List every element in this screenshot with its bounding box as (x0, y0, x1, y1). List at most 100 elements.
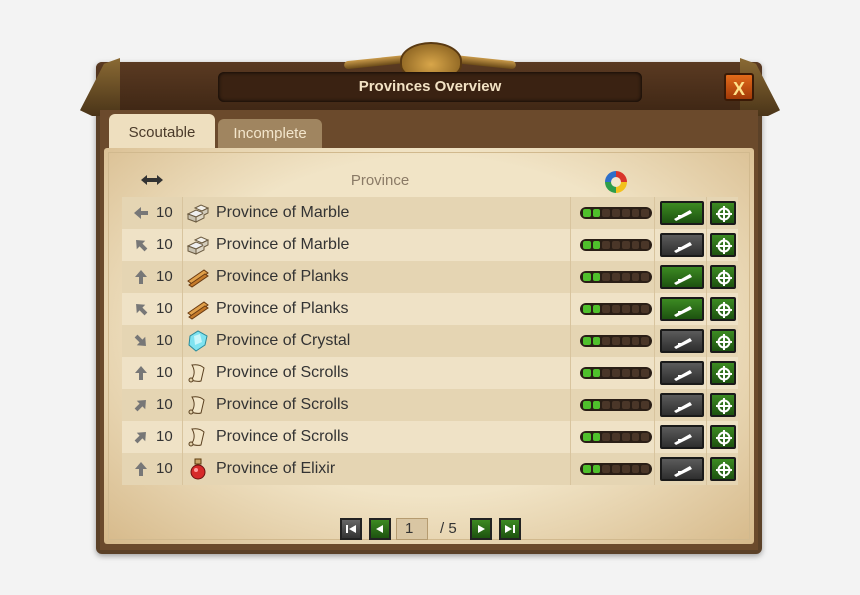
province-name: Province of Marble (216, 204, 350, 221)
column-divider (182, 325, 183, 357)
progress-segment (583, 305, 591, 313)
scout-button[interactable] (660, 297, 704, 321)
progress-segment (592, 209, 601, 217)
column-divider (570, 325, 571, 357)
progress-segment (592, 305, 601, 313)
province-name: Province of Elixir (216, 460, 336, 477)
progress-segment (602, 209, 611, 217)
scout-button[interactable] (660, 233, 704, 257)
scout-progress-bar (580, 463, 652, 475)
column-divider (654, 293, 655, 325)
column-divider (570, 229, 571, 261)
locate-button[interactable] (710, 361, 736, 385)
province-row[interactable]: 10 Province of Planks (122, 293, 738, 325)
direction-arrow-icon (132, 429, 150, 445)
scout-button[interactable] (660, 457, 704, 481)
province-row[interactable]: 10 Province of Planks (122, 261, 738, 293)
progress-segment (621, 241, 630, 249)
progress-segment (592, 273, 601, 281)
page-number-input[interactable]: 1 (396, 518, 428, 540)
distance-value: 10 (156, 460, 173, 477)
column-divider (570, 453, 571, 485)
progress-segment (631, 241, 640, 249)
progress-segment (583, 241, 591, 249)
progress-segment (641, 241, 650, 249)
progress-segment (631, 433, 640, 441)
progress-segment (621, 209, 630, 217)
next-page-button[interactable] (470, 518, 492, 540)
progress-segment (612, 273, 620, 281)
direction-arrow-icon (132, 237, 150, 253)
progress-segment (612, 401, 620, 409)
progress-segment (592, 369, 601, 377)
column-divider (654, 325, 655, 357)
province-row[interactable]: 10 Province of Crystal (122, 325, 738, 357)
progress-segment (631, 369, 640, 377)
scout-button[interactable] (660, 329, 704, 353)
direction-arrow-icon (132, 461, 150, 477)
scrolls-icon (186, 394, 210, 416)
goods-color-icon (605, 171, 627, 193)
skip-last-icon (505, 525, 515, 533)
locate-button[interactable] (710, 201, 736, 225)
progress-segment (592, 465, 601, 473)
tab-scoutable[interactable]: Scoutable (109, 114, 215, 148)
locate-button[interactable] (710, 297, 736, 321)
progress-segment (602, 401, 611, 409)
progress-segment (631, 465, 640, 473)
progress-segment (612, 337, 620, 345)
column-divider (182, 389, 183, 421)
direction-arrow-icon (132, 333, 150, 349)
scout-button[interactable] (660, 393, 704, 417)
scout-button[interactable] (660, 361, 704, 385)
prev-page-button[interactable] (369, 518, 391, 540)
scout-button[interactable] (660, 425, 704, 449)
locate-button[interactable] (710, 329, 736, 353)
progress-segment (583, 369, 591, 377)
last-page-button[interactable] (499, 518, 521, 540)
progress-segment (621, 401, 630, 409)
locate-button[interactable] (710, 233, 736, 257)
province-row[interactable]: 10 Province of Marble (122, 197, 738, 229)
province-column-header: Province (350, 172, 410, 189)
direction-arrow-icon (132, 397, 150, 413)
first-page-button[interactable] (340, 518, 362, 540)
column-divider (706, 389, 707, 421)
locate-button[interactable] (710, 393, 736, 417)
tab-incomplete[interactable]: Incomplete (218, 119, 322, 148)
progress-segment (612, 241, 620, 249)
province-name: Province of Crystal (216, 332, 351, 349)
column-divider (570, 261, 571, 293)
scout-button[interactable] (660, 265, 704, 289)
locate-button[interactable] (710, 457, 736, 481)
province-row[interactable]: 10 Province of Elixir (122, 453, 738, 485)
province-row[interactable]: 10 Province of Marble (122, 229, 738, 261)
column-divider (182, 229, 183, 261)
progress-segment (641, 369, 650, 377)
column-divider (570, 389, 571, 421)
progress-segment (641, 209, 650, 217)
province-row[interactable]: 10 Province of Scrolls (122, 421, 738, 453)
column-divider (182, 261, 183, 293)
distance-value: 10 (156, 428, 173, 445)
locate-button[interactable] (710, 425, 736, 449)
column-divider (182, 357, 183, 389)
progress-segment (641, 305, 650, 313)
marble-icon (186, 234, 210, 256)
column-divider (706, 261, 707, 293)
scout-button[interactable] (660, 201, 704, 225)
locate-button[interactable] (710, 265, 736, 289)
column-divider (706, 421, 707, 453)
progress-segment (631, 209, 640, 217)
close-button[interactable]: X (724, 73, 754, 101)
crystal-icon (186, 330, 210, 352)
progress-segment (583, 401, 591, 409)
progress-segment (602, 433, 611, 441)
progress-segment (621, 433, 630, 441)
province-row[interactable]: 10 Province of Scrolls (122, 389, 738, 421)
column-divider (654, 357, 655, 389)
distance-sort-icon[interactable] (140, 172, 164, 188)
province-name: Province of Marble (216, 236, 350, 253)
scout-progress-bar (580, 239, 652, 251)
province-row[interactable]: 10 Province of Scrolls (122, 357, 738, 389)
